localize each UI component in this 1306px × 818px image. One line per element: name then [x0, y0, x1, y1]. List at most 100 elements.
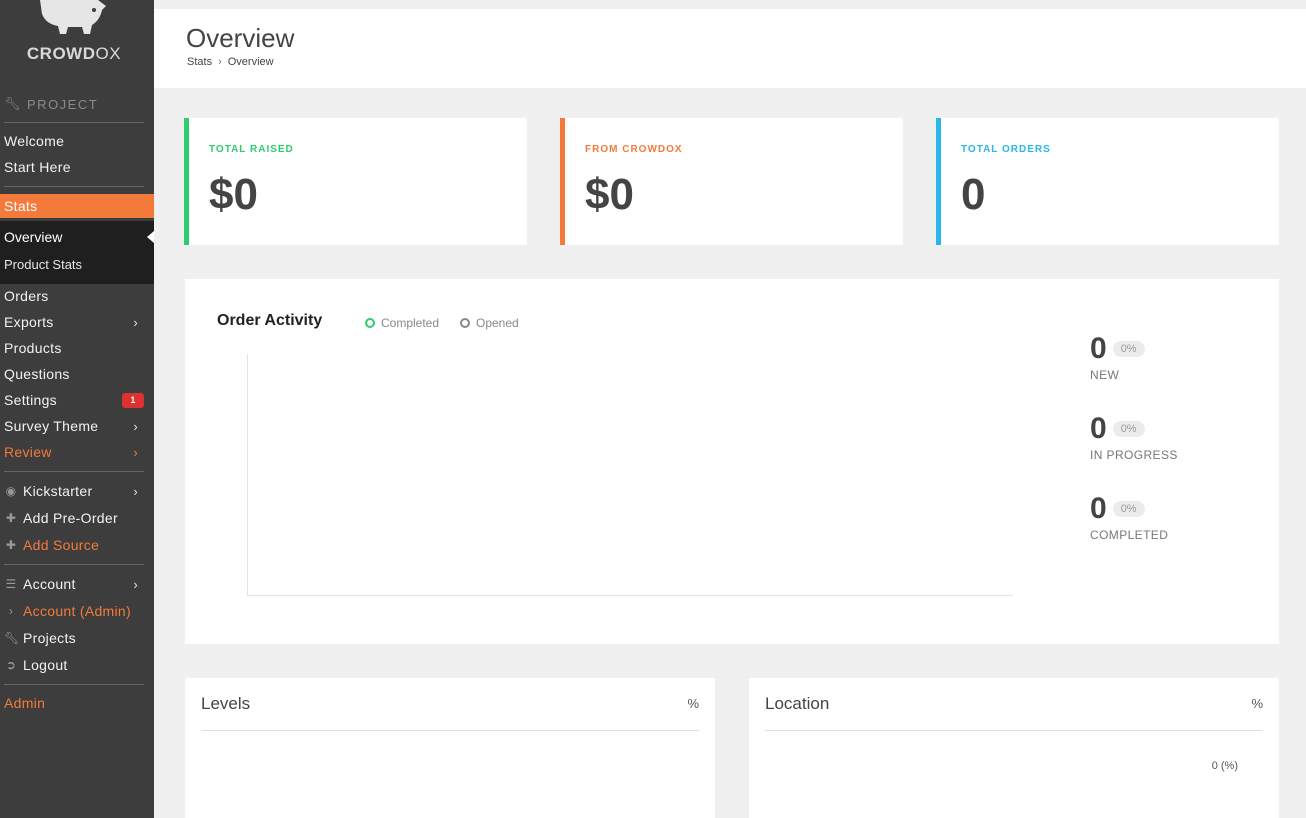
chevron-right-icon: › — [133, 445, 138, 460]
plus-icon: ✚ — [5, 538, 17, 552]
crowdox-logo[interactable]: CROWDOX — [0, 0, 154, 80]
sidebar-item-label: Exports — [4, 314, 54, 330]
chevron-right-icon: › — [133, 484, 138, 499]
sidebar-item-admin[interactable]: Admin — [0, 690, 154, 716]
sidebar-item-label: Projects — [23, 630, 76, 646]
order-activity-panel: Order Activity Completed Opened 0 0% NEW … — [185, 279, 1279, 644]
sidebar-item-survey-theme[interactable]: Survey Theme › — [0, 413, 154, 439]
chevron-right-icon: › — [218, 56, 222, 68]
stat-caption: COMPLETED — [1090, 528, 1169, 542]
sidebar-item-label: Add Pre-Order — [23, 510, 118, 526]
sidebar-divider — [4, 122, 144, 123]
sidebar-item-label: Survey Theme — [4, 418, 99, 434]
sidebar-item-label: Review — [4, 444, 52, 460]
page-title: Overview — [186, 23, 295, 53]
stat-value: 0 — [1090, 492, 1107, 525]
panel-divider — [765, 730, 1263, 731]
location-percent-header: % — [1251, 696, 1263, 711]
levels-title: Levels — [201, 694, 251, 713]
legend-completed[interactable]: Completed — [365, 316, 439, 330]
sidebar-item-products[interactable]: Products — [0, 335, 154, 361]
sidebar-item-label: Products — [4, 340, 62, 356]
stat-percent-badge: 0% — [1112, 501, 1145, 517]
stat-new: 0 0% NEW — [1090, 332, 1145, 382]
sidebar-subitem-product-stats[interactable]: Product Stats — [0, 251, 154, 277]
legend-label: Completed — [381, 316, 440, 330]
sidebar-item-label: Orders — [4, 288, 49, 304]
legend-circle-icon — [365, 318, 375, 328]
sidebar-item-settings[interactable]: Settings 1 — [0, 387, 154, 413]
sidebar-item-welcome[interactable]: Welcome — [0, 128, 154, 154]
chevron-right-icon: › — [8, 604, 14, 618]
breadcrumb: Stats › Overview — [187, 56, 274, 68]
card-value: $0 — [585, 170, 634, 219]
sidebar-item-label: Questions — [4, 366, 70, 382]
stat-percent-badge: 0% — [1112, 421, 1145, 437]
sidebar-item-kickstarter[interactable]: ◉ Kickstarter › — [0, 478, 154, 504]
legend-opened[interactable]: Opened — [460, 316, 519, 330]
sidebar-item-projects[interactable]: 🔧︎ Projects — [0, 625, 154, 651]
sidebar-item-label: Account (Admin) — [23, 603, 131, 619]
panel-divider — [201, 730, 699, 731]
levels-percent-header: % — [687, 696, 699, 711]
sidebar-item-label: Settings — [4, 392, 57, 408]
chevron-right-icon: › — [133, 315, 138, 330]
wrench-icon: 🔧︎ — [4, 96, 23, 111]
chevron-right-icon: › — [133, 419, 138, 434]
stat-in-progress: 0 0% IN PROGRESS — [1090, 412, 1178, 462]
stat-percent-badge: 0% — [1112, 341, 1145, 357]
logout-icon: ➲ — [5, 658, 17, 672]
breadcrumb-stats[interactable]: Stats — [187, 56, 212, 68]
levels-panel: Levels % — [185, 678, 715, 818]
brand-name: CROWDOX — [26, 44, 122, 63]
sidebar-item-label: Admin — [4, 695, 46, 711]
kickstarter-icon: ◉ — [5, 484, 17, 498]
location-row-value: 0 (%) — [1211, 760, 1238, 772]
order-activity-title: Order Activity — [217, 312, 323, 329]
bull-logo-icon — [40, 0, 106, 34]
project-section-label: PROJECT — [27, 96, 99, 112]
sidebar-subitem-overview[interactable]: Overview — [0, 224, 154, 250]
stat-caption: NEW — [1090, 368, 1120, 382]
sidebar: CROWDOX 🔧︎ PROJECT Welcome Start Here St… — [0, 0, 154, 818]
sidebar-item-label: Start Here — [4, 159, 71, 175]
sidebar-divider — [4, 471, 144, 472]
sidebar-item-label: Kickstarter — [23, 483, 93, 499]
legend-circle-icon — [460, 318, 470, 328]
project-section-title: 🔧︎ PROJECT — [4, 96, 98, 112]
card-label: TOTAL ORDERS — [961, 144, 1051, 155]
sidebar-divider — [4, 186, 144, 187]
notification-badge: 1 — [122, 393, 144, 408]
stat-completed: 0 0% COMPLETED — [1090, 492, 1168, 542]
sidebar-item-stats[interactable]: Stats — [0, 194, 154, 218]
card-value: $0 — [209, 170, 258, 219]
order-activity-chart — [247, 354, 1013, 596]
sidebar-item-label: Logout — [23, 657, 68, 673]
sidebar-item-account-admin[interactable]: › Account (Admin) — [0, 598, 154, 624]
page-header: Overview Stats › Overview — [154, 0, 1306, 88]
wrench-icon: 🔧︎ — [4, 631, 20, 645]
sliders-icon: ☰ — [5, 577, 17, 591]
sidebar-item-orders[interactable]: Orders — [0, 283, 154, 309]
card-label: FROM CROWDOX — [585, 144, 683, 155]
legend-label: Opened — [476, 316, 519, 330]
sidebar-item-review[interactable]: Review › — [0, 439, 154, 465]
active-indicator-icon — [147, 231, 154, 243]
sidebar-item-label: Welcome — [4, 133, 65, 149]
card-label: TOTAL RAISED — [209, 144, 294, 155]
stat-caption: IN PROGRESS — [1090, 448, 1178, 462]
from-crowdox-card: FROM CROWDOX $0 — [560, 118, 903, 245]
sidebar-item-logout[interactable]: ➲ Logout — [0, 652, 154, 678]
sidebar-item-add-source[interactable]: ✚ Add Source — [0, 532, 154, 558]
sidebar-item-add-pre-order[interactable]: ✚ Add Pre-Order — [0, 505, 154, 531]
stat-value: 0 — [1090, 412, 1107, 445]
sidebar-item-exports[interactable]: Exports › — [0, 309, 154, 335]
sidebar-item-label: Product Stats — [4, 256, 83, 272]
breadcrumb-overview: Overview — [227, 56, 274, 68]
total-raised-card: TOTAL RAISED $0 — [184, 118, 527, 245]
total-orders-card: TOTAL ORDERS 0 — [936, 118, 1279, 245]
sidebar-item-account[interactable]: ☰ Account › — [0, 571, 154, 597]
sidebar-item-label: Account — [23, 576, 76, 592]
sidebar-item-questions[interactable]: Questions — [0, 361, 154, 387]
sidebar-item-start-here[interactable]: Start Here — [0, 154, 154, 180]
